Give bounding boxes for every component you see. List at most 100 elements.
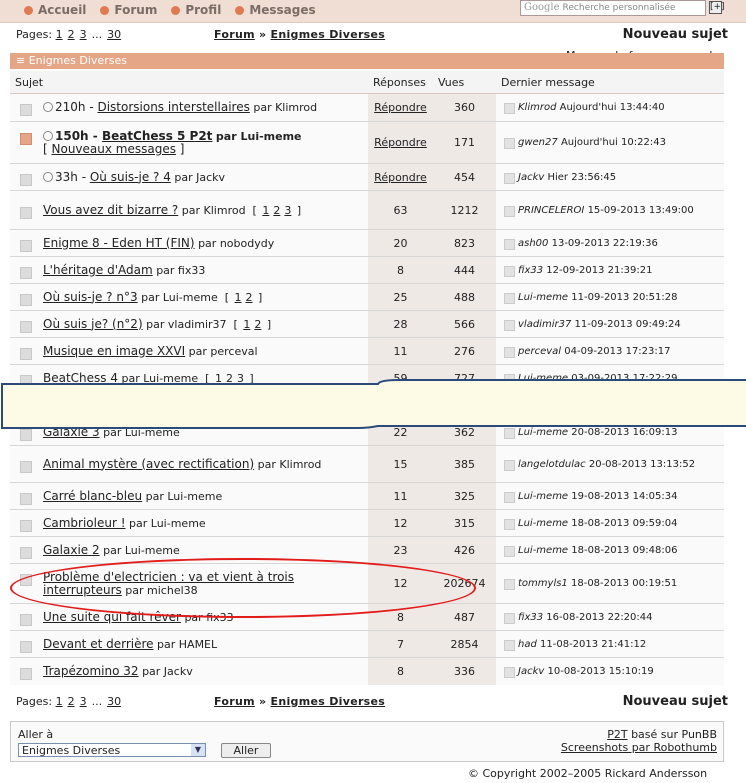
topic-author: par HAMEL: [157, 637, 218, 651]
views-count: 566: [433, 310, 496, 338]
topic-status-icon: [20, 640, 32, 653]
topic-status-icon: [20, 239, 32, 252]
forum-jump-select[interactable]: Enigmes Diverses ▼: [18, 743, 206, 757]
page-link[interactable]: 3: [80, 695, 87, 708]
topic-status-icon: [20, 293, 32, 306]
topic-link[interactable]: Une suite qui fait rêver: [43, 610, 181, 624]
last-post-icon: [504, 172, 515, 184]
table-row: Animal mystère (avec rectification) par …: [10, 445, 724, 483]
topic-link[interactable]: L'héritage d'Adam: [43, 263, 153, 277]
last-date: 03-09-2013 17:22:29: [571, 372, 678, 384]
views-count: 385: [433, 445, 496, 483]
replies-count: 25: [368, 283, 433, 311]
bullet-icon: [24, 5, 33, 15]
last-date: 10-08-2013 15:10:19: [547, 665, 654, 677]
last-post-icon: [504, 579, 515, 590]
topic-pages: [ 123 ]: [201, 371, 254, 385]
page-link[interactable]: 2: [68, 695, 75, 708]
topic-page-link[interactable]: 2: [226, 372, 233, 385]
topic-page-link[interactable]: 1: [215, 372, 222, 385]
main-nav: Accueil Forum Profil Messages: [24, 3, 316, 17]
topic-page-link[interactable]: 2: [246, 291, 253, 304]
screenshots-link[interactable]: Screenshots par Robothumb: [561, 741, 717, 754]
page-link[interactable]: 1: [56, 28, 63, 41]
topic-link[interactable]: Animal mystère (avec rectification): [43, 457, 254, 471]
topic-author: par Klimrod: [181, 203, 246, 217]
topic-page-link[interactable]: 1: [243, 318, 250, 331]
go-button[interactable]: Aller: [221, 743, 271, 758]
last-date: Aujourd'hui 13:44:40: [559, 102, 665, 113]
views-count: 325: [433, 482, 496, 510]
last-author: Jackv: [518, 171, 545, 183]
topic-link[interactable]: BeatChess 4: [43, 371, 118, 385]
page-link[interactable]: 2: [68, 28, 75, 41]
page-link[interactable]: 30: [107, 28, 121, 41]
breadcrumb-forum[interactable]: Forum: [214, 28, 255, 41]
table-row: Galaxie 2 par Lui-meme 23 426 Lui-meme 1…: [10, 536, 724, 564]
nav-forum[interactable]: Forum: [100, 3, 157, 17]
breadcrumb-forum[interactable]: Forum: [214, 695, 255, 708]
topic-author: par Lui-meme: [103, 543, 180, 557]
breadcrumb-current[interactable]: Enigmes Diverses: [271, 695, 386, 708]
last-date: 16-08-2013 22:20:44: [546, 611, 653, 623]
topic-page-link[interactable]: 1: [262, 204, 269, 217]
last-date: 13-09-2013 22:19:36: [551, 237, 658, 249]
nav-messages[interactable]: Messages: [235, 3, 316, 17]
topic-link[interactable]: Trapézomino 32: [43, 664, 139, 678]
topic-link[interactable]: Où suis je? (n°2): [43, 317, 143, 331]
topic-link[interactable]: Galaxie 3: [43, 425, 100, 439]
page-link[interactable]: 1: [56, 695, 63, 708]
new-topic-link[interactable]: Nouveau sujet: [623, 27, 728, 42]
topic-page-link[interactable]: 1: [235, 291, 242, 304]
topic-link[interactable]: Vous avez dit bizarre ?: [43, 203, 178, 217]
topic-link[interactable]: Distorsions interstellaires: [97, 100, 249, 114]
topic-prefix: 210h -: [55, 100, 98, 114]
last-post-icon: [504, 205, 515, 217]
topic-status-icon: [20, 132, 32, 145]
p2t-link[interactable]: P2T: [607, 728, 627, 741]
topic-link[interactable]: Devant et derrière: [43, 637, 154, 651]
reply-link[interactable]: Répondre: [374, 171, 427, 184]
last-author: PRINCELEROI: [518, 204, 585, 216]
nav-profile[interactable]: Profil: [171, 3, 221, 17]
topic-author: par Klimrod: [253, 101, 318, 114]
topic-link[interactable]: Musique en image XXVI: [43, 344, 185, 358]
new-messages-link[interactable]: Nouveaux messages: [52, 142, 176, 156]
views-count: 823: [433, 229, 496, 257]
breadcrumb-separator: »: [258, 695, 267, 708]
topic-page-link[interactable]: 2: [273, 204, 280, 217]
page-link[interactable]: 30: [107, 695, 121, 708]
views-count: 315: [433, 509, 496, 537]
topic-link[interactable]: Où suis-je ? n°3: [43, 290, 138, 304]
topic-link[interactable]: Galaxie 2: [43, 543, 100, 557]
forum-jump-value: Enigmes Diverses: [22, 744, 121, 757]
chevron-down-icon[interactable]: ▼: [191, 744, 205, 756]
nav-profile-label: Profil: [185, 3, 222, 17]
last-date: 20-08-2013 16:09:13: [571, 426, 678, 438]
reply-link[interactable]: Répondre: [374, 136, 427, 149]
replies-count: 15: [368, 445, 433, 483]
page-link[interactable]: 3: [80, 28, 87, 41]
replies-count: 8: [368, 657, 433, 685]
topic-link[interactable]: Cambrioleur !: [43, 516, 126, 530]
table-row: L'héritage d'Adam par fix33 8 444 fix33 …: [10, 256, 724, 284]
nav-home[interactable]: Accueil: [24, 3, 86, 17]
last-post-icon: [504, 612, 515, 624]
last-author: perceval: [518, 345, 562, 357]
table-row: Vous avez dit bizarre ? par Klimrod [ 12…: [10, 190, 724, 230]
topic-page-link[interactable]: 3: [284, 204, 291, 217]
topic-link[interactable]: Où suis-je ? 4: [90, 170, 171, 184]
topic-link[interactable]: Enigme 8 - Eden HT (FIN): [43, 236, 195, 250]
expand-button[interactable]: [+]: [709, 1, 725, 14]
breadcrumb-current[interactable]: Enigmes Diverses: [271, 28, 386, 41]
search-input[interactable]: Google Recherche personnalisée: [520, 0, 706, 16]
topic-pages: [ 12 ]: [221, 290, 263, 304]
topic-page-link[interactable]: 3: [237, 372, 244, 385]
new-topic-link[interactable]: Nouveau sujet: [623, 694, 728, 709]
topic-link[interactable]: Carré blanc-bleu: [43, 489, 142, 503]
table-row: Devant et derrière par HAMEL 7 2854 had …: [10, 630, 724, 658]
reply-link[interactable]: Répondre: [374, 101, 427, 114]
topic-link[interactable]: BeatChess 5 P2t: [102, 129, 212, 143]
last-post-icon: [504, 545, 515, 557]
topic-page-link[interactable]: 2: [254, 318, 261, 331]
